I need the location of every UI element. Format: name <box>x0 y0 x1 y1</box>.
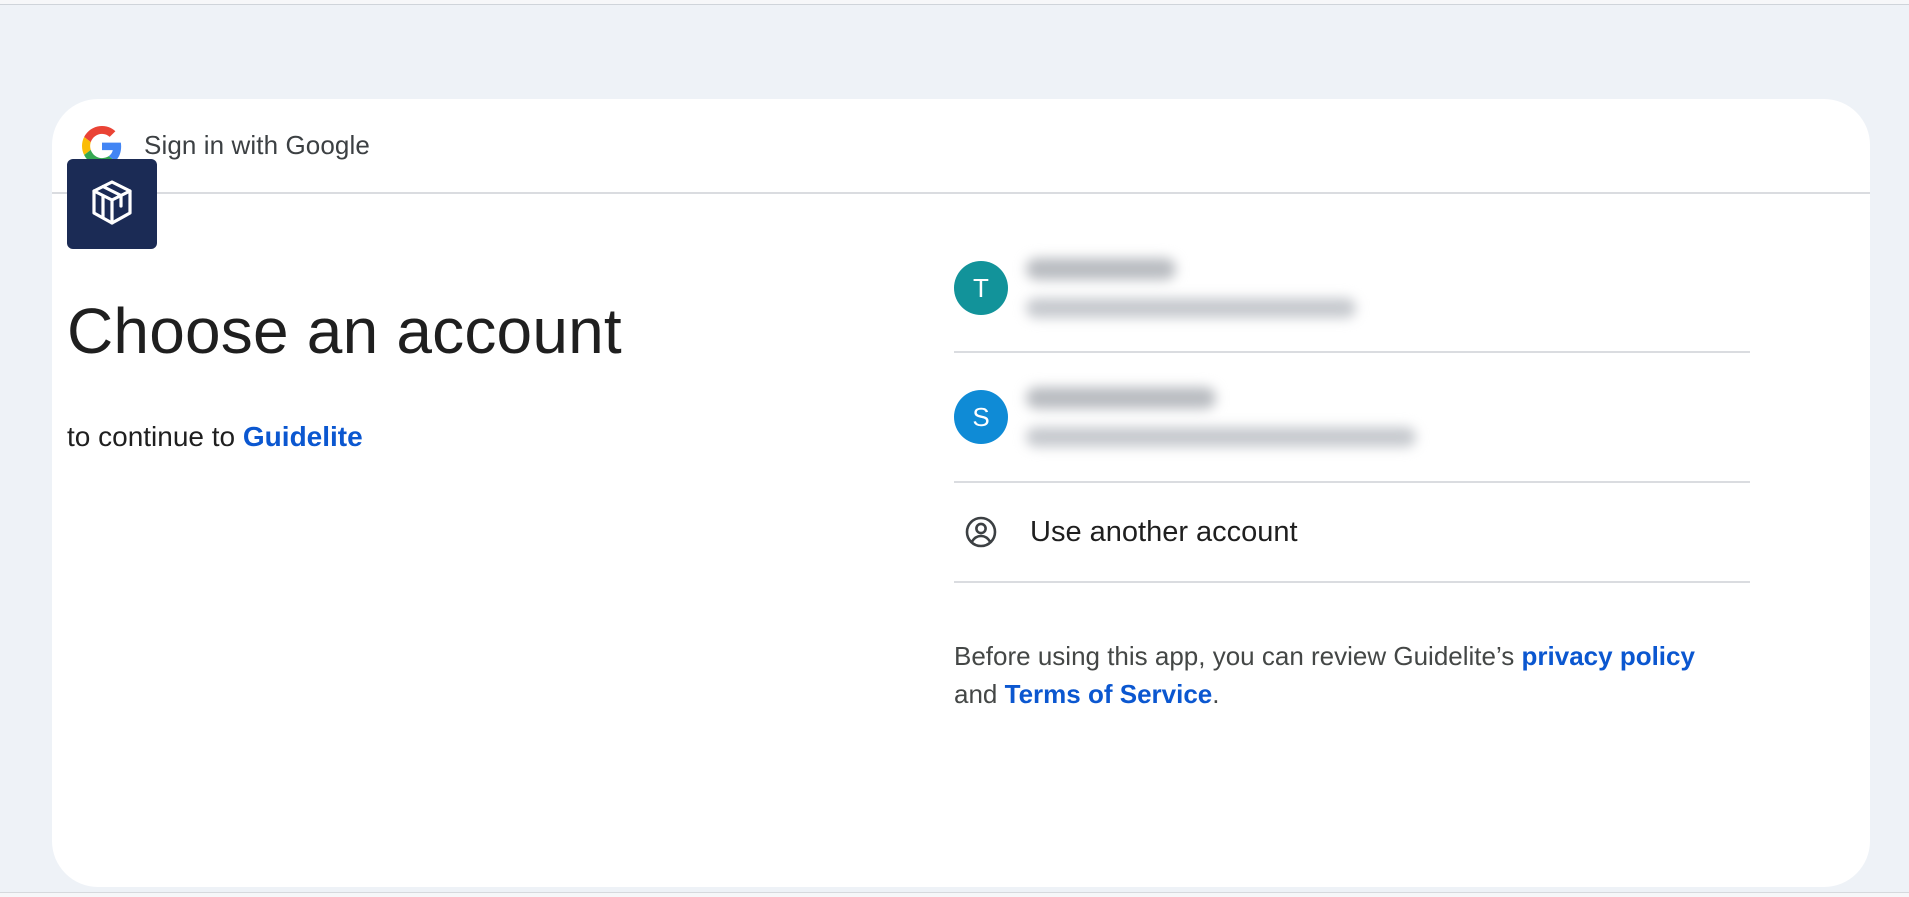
page-title: Choose an account <box>67 295 622 367</box>
account-email-redacted <box>1026 298 1356 318</box>
footer-text: Before using this app, you can review Gu… <box>954 641 1515 671</box>
account-info-redacted <box>1026 258 1356 318</box>
left-panel: Choose an account to continue to Guideli… <box>67 159 622 453</box>
privacy-policy-link[interactable]: privacy policy <box>1522 641 1695 671</box>
avatar: S <box>954 390 1008 444</box>
account-email-redacted <box>1026 427 1416 447</box>
privacy-footer: Before using this app, you can review Gu… <box>954 637 1754 713</box>
account-info-redacted <box>1026 387 1416 447</box>
use-another-account-label: Use another account <box>1030 515 1298 548</box>
account-circle-icon <box>954 515 1008 549</box>
header-title: Sign in with Google <box>144 130 370 160</box>
continue-prefix: to continue to <box>67 421 236 452</box>
continue-text: to continue to Guidelite <box>67 421 622 453</box>
terms-of-service-link[interactable]: Terms of Service <box>1005 679 1213 709</box>
account-name-redacted <box>1026 258 1176 280</box>
app-logo <box>67 159 157 249</box>
account-name-redacted <box>1026 387 1216 409</box>
account-list: T S Use another account <box>954 225 1750 583</box>
use-another-account-button[interactable]: Use another account <box>954 483 1750 583</box>
account-item-1[interactable]: T <box>954 225 1750 353</box>
browser-bottom-border <box>0 892 1909 897</box>
browser-top-border <box>0 0 1909 5</box>
guidelite-cube-logo <box>92 180 132 225</box>
footer-and: and <box>954 679 998 709</box>
footer-period: . <box>1212 679 1220 709</box>
account-item-2[interactable]: S <box>954 353 1750 483</box>
avatar: T <box>954 261 1008 315</box>
app-name-link[interactable]: Guidelite <box>243 421 363 452</box>
